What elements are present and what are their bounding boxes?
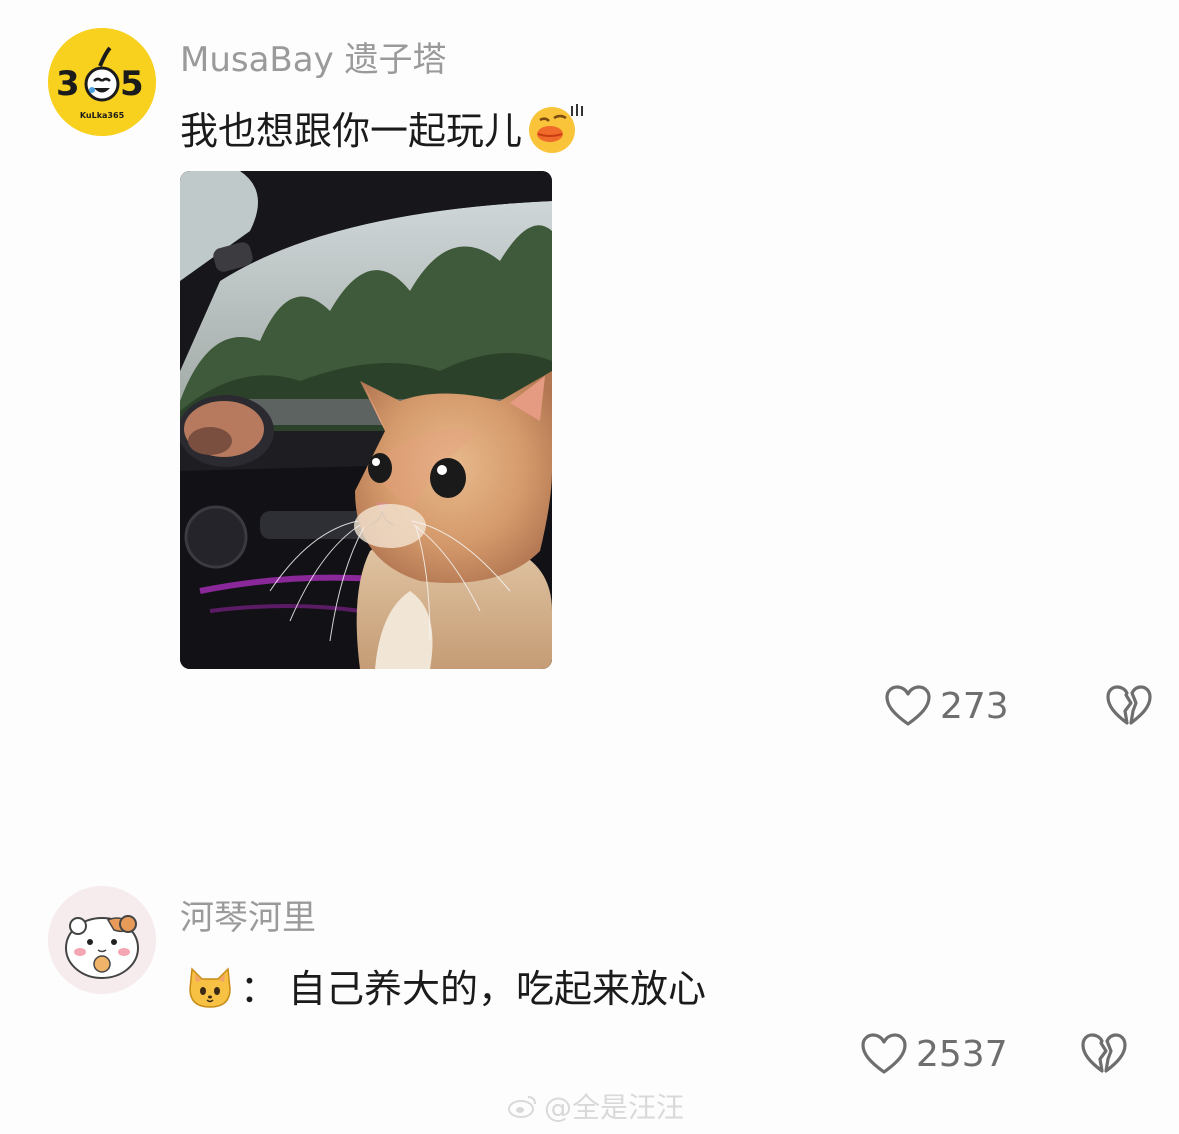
comment-text-body: 自己养大的，吃起来放心 (288, 967, 707, 1011)
weibo-watermark: @全是汪汪 (508, 1086, 684, 1126)
like-count: 2537 (916, 1033, 1008, 1075)
cat-face-emoji-icon (186, 963, 234, 1009)
user-avatar[interactable] (48, 886, 156, 994)
comment-actions: 2537 (860, 1032, 1128, 1076)
heart-icon (860, 1032, 908, 1076)
comment-text: ： 自己养大的，吃起来放心 (186, 958, 706, 1013)
weibo-icon (508, 1093, 538, 1119)
hamster-avatar (48, 886, 156, 994)
broken-heart-icon[interactable] (1080, 1032, 1128, 1076)
comment-username[interactable]: 河琴河里 (180, 890, 316, 939)
comment-text-prefix: ： (240, 967, 279, 1011)
comment-2: 河琴河里 ： 自己养大的，吃起来放心 2537 (0, 0, 1179, 1134)
watermark-text: @全是汪汪 (544, 1091, 685, 1124)
like-button[interactable]: 2537 (860, 1032, 1008, 1076)
